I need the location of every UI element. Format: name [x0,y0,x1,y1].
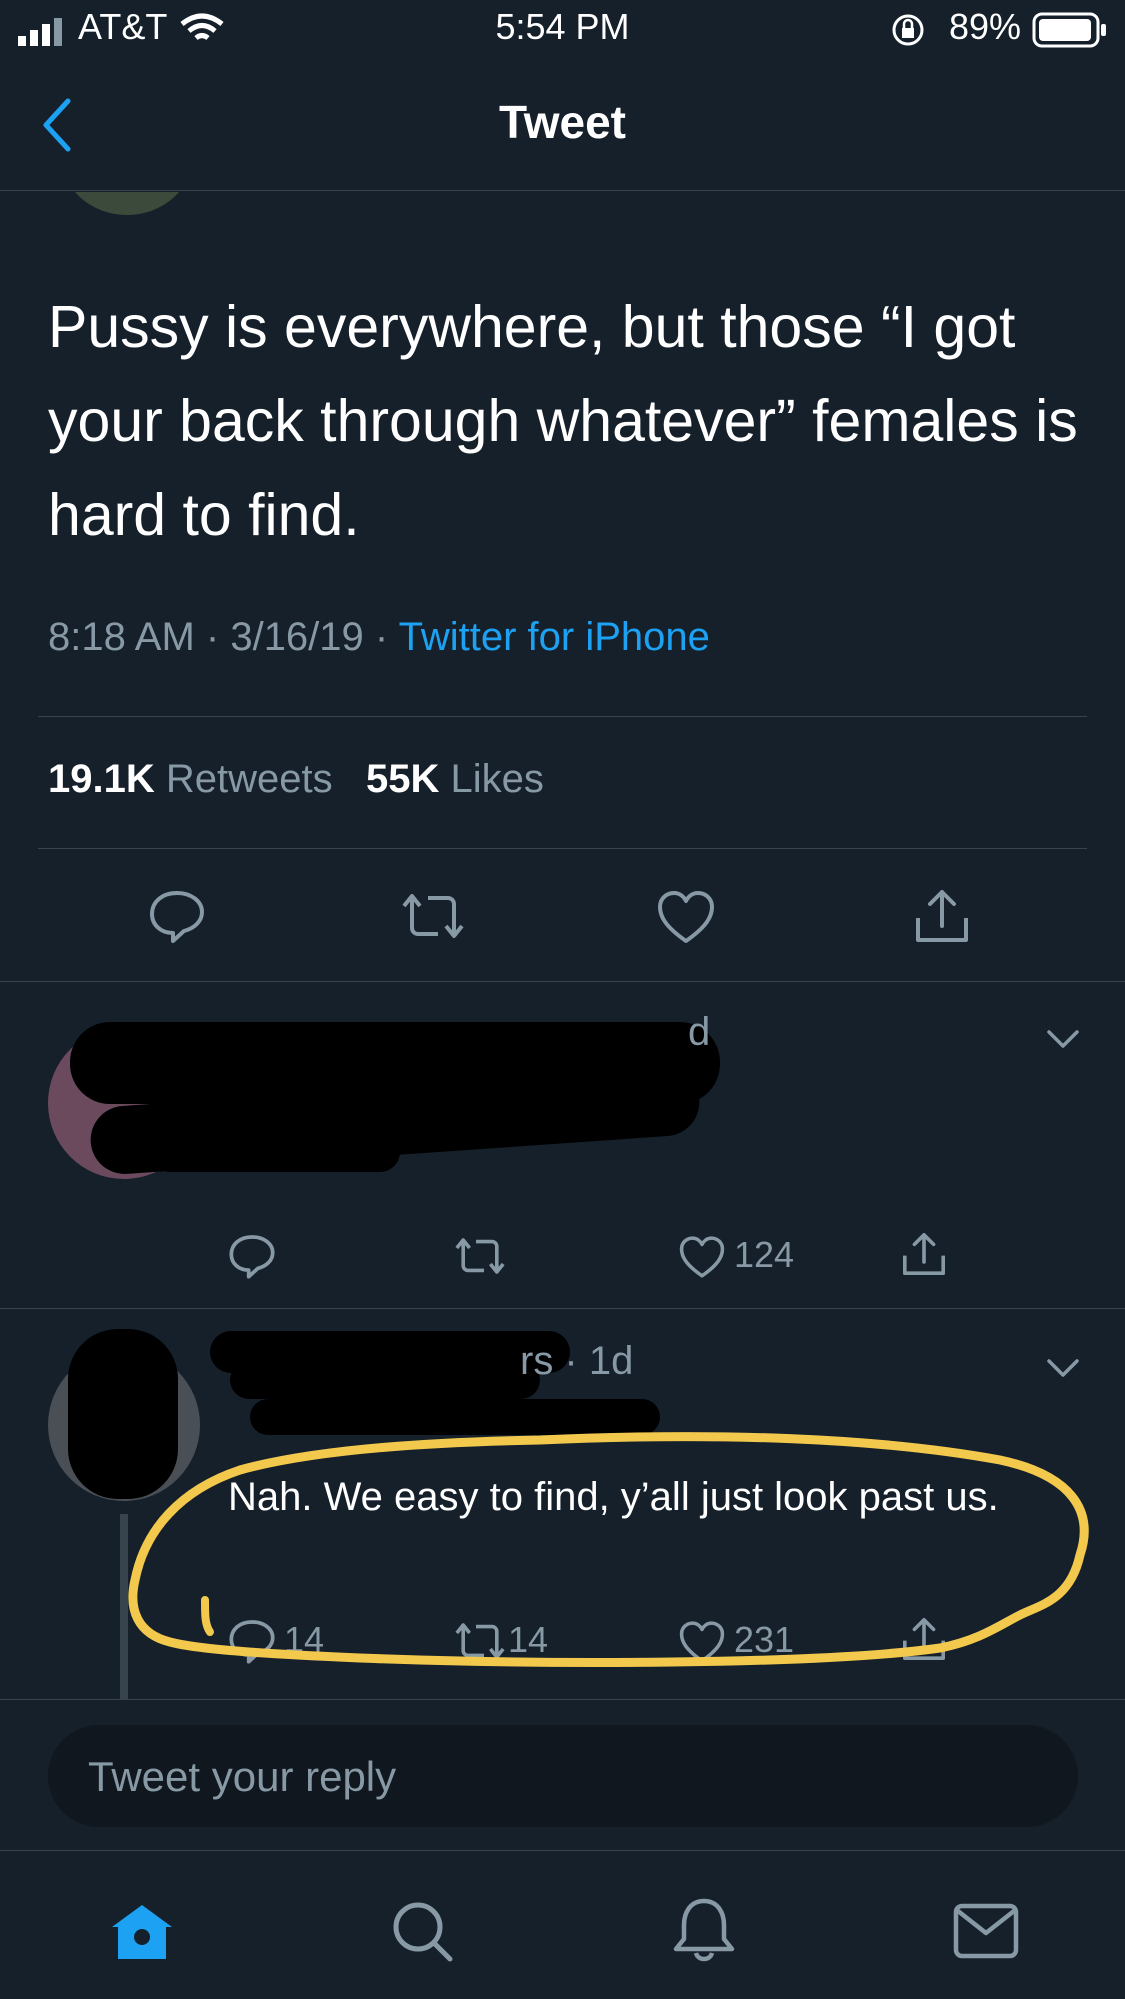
retweet-count: 19.1K [48,757,155,801]
home-icon[interactable] [108,1901,176,1963]
retweets-stat[interactable]: 19.1K Retweets [48,757,333,801]
bell-icon[interactable] [672,1895,736,1965]
chevron-down-icon[interactable] [1045,1357,1081,1381]
retweets-label: Retweets [165,757,333,801]
reply-timestamp: d [688,1010,711,1054]
tweet-date: 3/16/19 [230,615,364,659]
reply-composer[interactable] [48,1725,1078,1829]
battery-icon [1032,12,1106,48]
divider [38,848,1087,849]
search-icon[interactable] [390,1899,454,1963]
mail-icon[interactable] [953,1903,1019,1959]
redaction-mark [230,1361,540,1399]
nav-bar: Tweet [0,60,1125,191]
page-title: Tweet [499,96,626,148]
status-bar: AT&T 5:54 PM 89% [0,0,1125,60]
meta-separator: · [374,615,399,659]
like-count: 124 [734,1234,795,1275]
chevron-down-icon[interactable] [1045,1028,1081,1052]
battery-percent: 89% [948,6,1021,47]
tweet-source-link[interactable]: Twitter for iPhone [399,615,710,659]
highlight-annotation [128,1432,1089,1667]
like-count: 55K [365,757,440,801]
meta-separator: · [205,615,231,659]
likes-stat[interactable]: 55K Likes [366,757,544,801]
tweet-text: Pussy is everywhere, but those “I got yo… [48,294,1078,548]
reply-icon[interactable] [148,887,206,945]
retweet-icon[interactable] [452,1235,508,1277]
retweet-icon[interactable] [398,890,468,942]
share-icon[interactable] [912,886,972,946]
reply-icon[interactable] [228,1232,276,1280]
rotation-lock-icon [892,14,924,46]
divider [0,1699,1125,1700]
reply-timestamp: rs · 1d [520,1339,634,1383]
tab-bar [0,1850,1125,1999]
engagement-counts: 19.1K Retweets 55K Likes [48,757,544,802]
divider [38,716,1087,717]
like-icon[interactable] [678,1235,726,1279]
redaction-mark [150,1132,400,1172]
tweet-meta: 8:18 AM · 3/16/19 · Twitter for iPhone [48,615,710,660]
tweet-time: 8:18 AM [48,615,195,659]
like-icon[interactable] [656,889,716,945]
share-icon[interactable] [900,1230,948,1278]
reply-item[interactable]: d 124 [0,982,1125,1307]
likes-label: Likes [450,757,544,801]
reply-input[interactable] [86,1725,1040,1829]
